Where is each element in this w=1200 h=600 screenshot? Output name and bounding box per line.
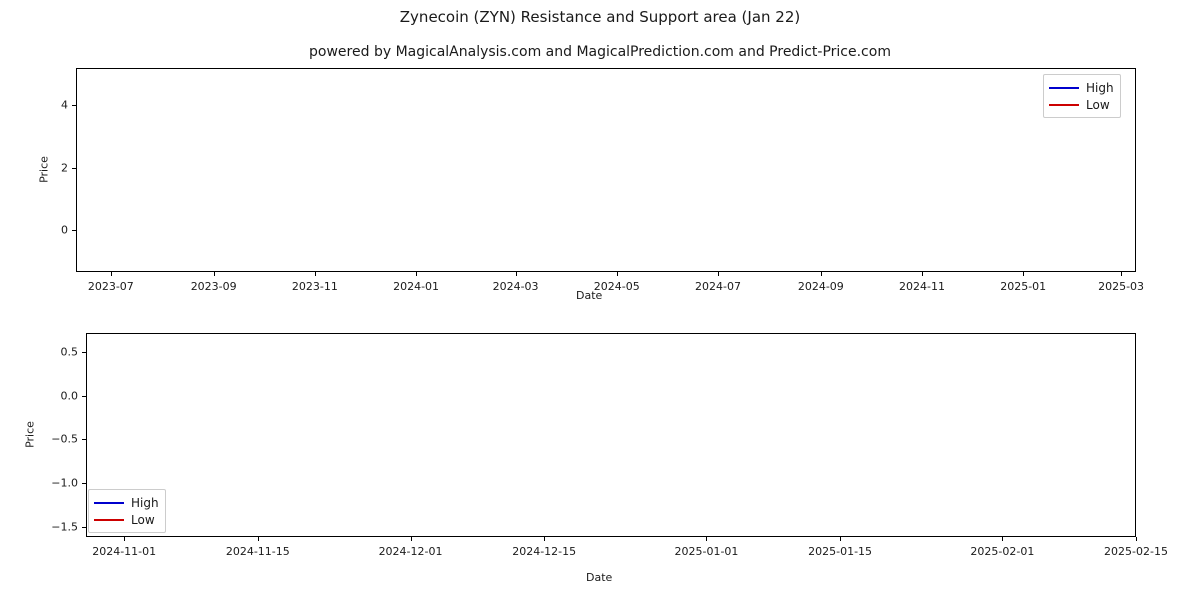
x-tick-mark: [820, 272, 822, 276]
x-tick-mark: [1002, 537, 1004, 541]
x-tick-label: 2024-11-01: [92, 545, 157, 558]
x-tick-label: 2025-02-01: [970, 545, 1035, 558]
x-tick-mark: [515, 272, 517, 276]
x-tick-label: 2024-11: [899, 280, 945, 293]
legend-item-low[interactable]: Low: [94, 511, 159, 528]
x-tick-label: 2025-01-01: [674, 545, 739, 558]
x-tick-mark: [416, 272, 418, 276]
x-tick-label: 2024-07: [694, 280, 741, 293]
x-tick-mark: [110, 272, 112, 276]
y-tick-mark: [82, 352, 86, 354]
x-tick-label: 2024-12-01: [378, 545, 443, 558]
y-tick-mark: [82, 526, 86, 528]
x-tick-label: 2023-11: [291, 280, 338, 293]
legend-label-high: High: [131, 495, 159, 510]
x-tick-label: 2025-03: [1098, 280, 1145, 293]
chart-page: Zynecoin (ZYN) Resistance and Support ar…: [0, 0, 1200, 600]
y-tick-label: 0.5: [60, 345, 79, 359]
x-tick-mark: [616, 272, 618, 276]
y-tick-mark: [72, 229, 76, 231]
x-tick-mark: [410, 537, 412, 541]
legend-swatch-low: [1049, 103, 1079, 106]
top-chart-frame: [76, 68, 1136, 272]
x-tick-mark: [314, 272, 316, 276]
x-tick-mark: [213, 272, 215, 276]
x-tick-mark: [706, 537, 708, 541]
legend-label-low: Low: [131, 512, 155, 527]
x-tick-label: 2024-12-15: [512, 545, 577, 558]
x-tick-mark: [1121, 272, 1123, 276]
top-chart-y-axis-label: Price: [37, 156, 51, 183]
top-chart-legend[interactable]: High Low: [1043, 74, 1121, 118]
y-tick-mark: [82, 439, 86, 441]
y-tick-label: −1.0: [51, 476, 78, 490]
y-tick-label: 0.0: [60, 389, 79, 403]
x-tick-label: 2024-01: [393, 280, 440, 293]
y-tick-mark: [72, 105, 76, 107]
x-tick-label: 2025-01: [1000, 280, 1047, 293]
x-tick-label: 2024-09: [797, 280, 844, 293]
x-tick-mark: [717, 272, 719, 276]
x-tick-label: 2024-03: [492, 280, 539, 293]
x-tick-mark: [257, 537, 259, 541]
bottom-chart-x-axis-label: Date: [586, 571, 613, 584]
y-tick-label: 4: [61, 98, 68, 112]
y-tick-mark: [72, 167, 76, 169]
x-tick-label: 2025-01-15: [808, 545, 873, 558]
x-tick-mark: [1023, 272, 1025, 276]
x-tick-mark: [124, 537, 126, 541]
legend-item-high[interactable]: High: [94, 494, 159, 511]
x-tick-mark: [840, 537, 842, 541]
x-tick-label: 2023-09: [190, 280, 237, 293]
y-tick-label: −0.5: [51, 432, 78, 446]
bottom-chart-y-axis-label: Price: [23, 421, 37, 448]
y-tick-mark: [82, 395, 86, 397]
legend-swatch-high: [1049, 86, 1079, 89]
legend-swatch-high: [94, 501, 124, 504]
legend-label-high: High: [1086, 80, 1114, 95]
x-tick-label: 2024-11-15: [225, 545, 290, 558]
y-tick-label: −1.5: [51, 520, 78, 534]
page-subtitle: powered by MagicalAnalysis.com and Magic…: [309, 44, 891, 60]
x-tick-label: 2023-07: [87, 280, 134, 293]
legend-item-low[interactable]: Low: [1049, 96, 1114, 113]
legend-swatch-low: [94, 518, 124, 521]
y-tick-label: 0: [61, 223, 68, 237]
legend-label-low: Low: [1086, 97, 1110, 112]
y-tick-mark: [82, 482, 86, 484]
bottom-chart-frame: [86, 333, 1136, 537]
bottom-chart-panel: MagicalAnalysis.comMagicalPrediction.com: [86, 333, 1136, 537]
legend-item-high[interactable]: High: [1049, 79, 1114, 96]
x-tick-mark: [1136, 537, 1137, 541]
page-title: Zynecoin (ZYN) Resistance and Support ar…: [399, 8, 801, 26]
x-tick-label: 2025-02-15: [1104, 545, 1168, 558]
x-tick-mark: [922, 272, 923, 276]
top-chart-x-axis-label: Date: [576, 289, 603, 302]
x-tick-mark: [544, 537, 546, 541]
top-chart-panel: MagicalAnalysis.comMagicalPrediction.com…: [76, 68, 1136, 272]
bottom-chart-legend[interactable]: High Low: [88, 489, 166, 533]
